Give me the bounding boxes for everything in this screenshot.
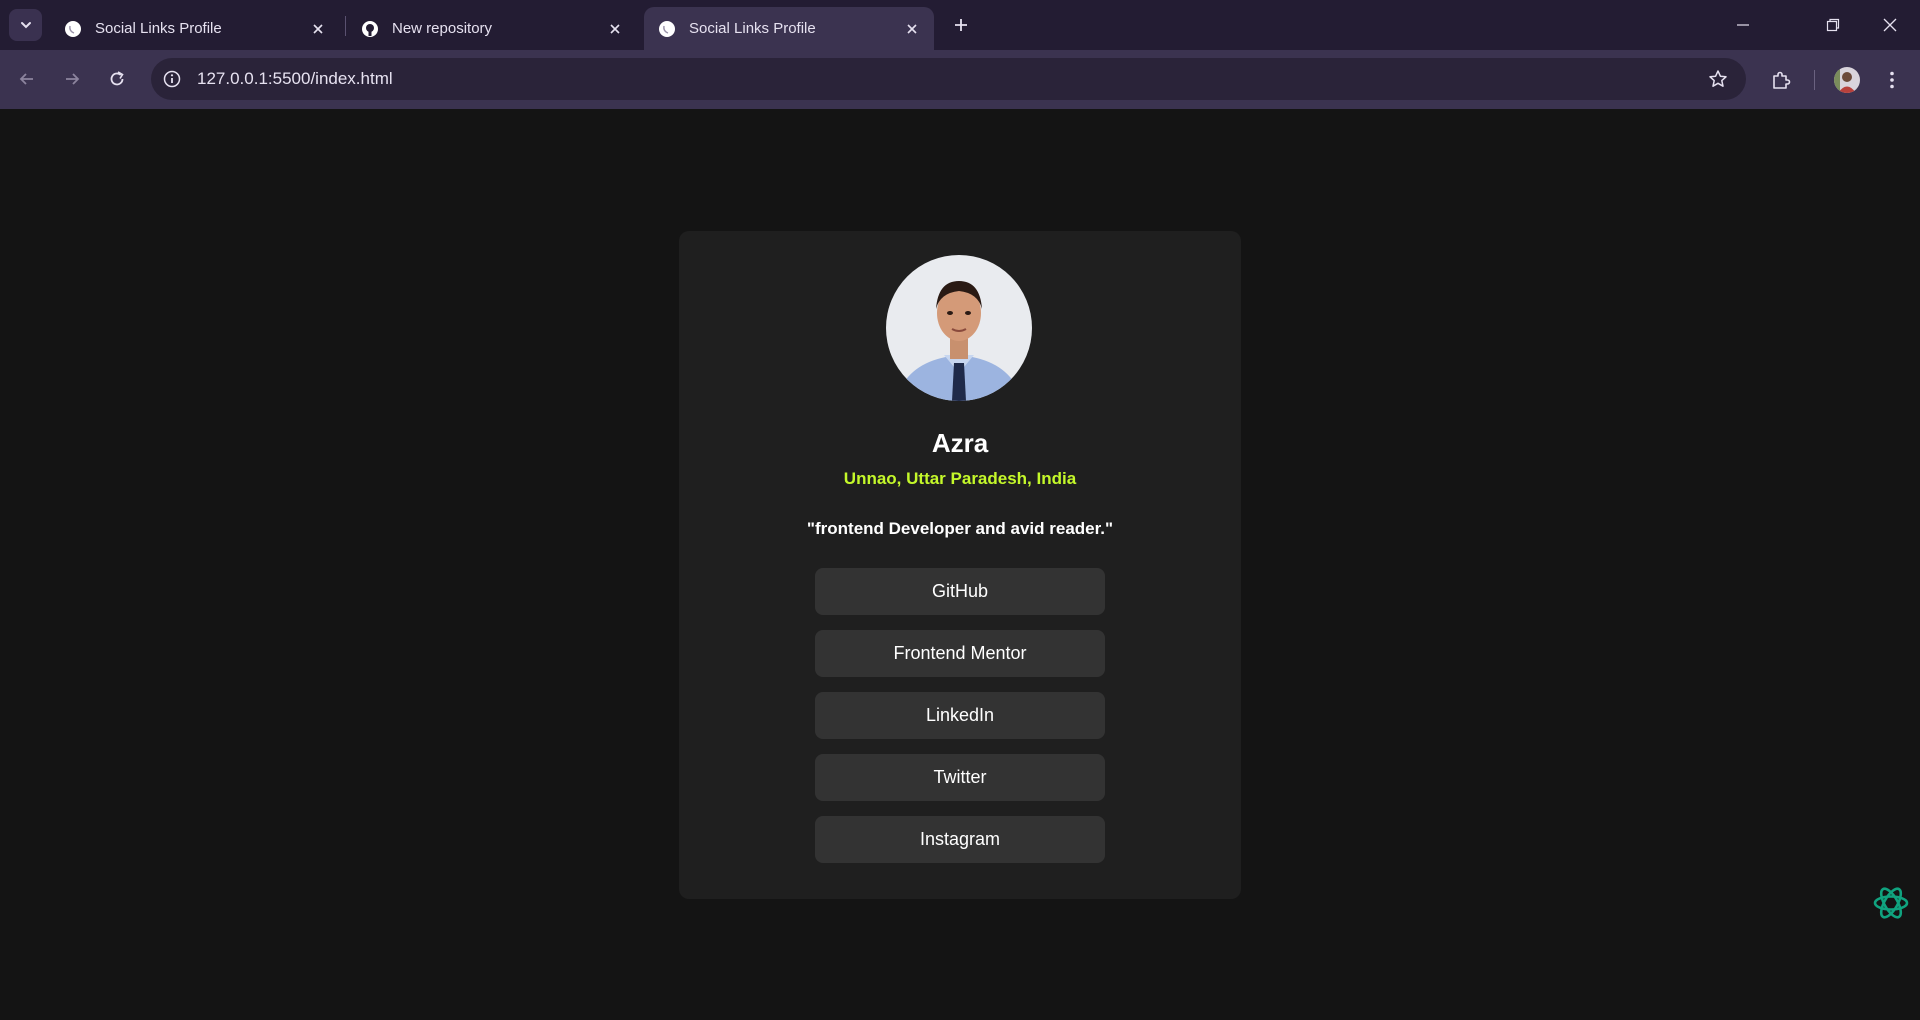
extensions-button[interactable] [1766,65,1796,95]
close-tab-icon[interactable] [308,19,328,39]
profile-button[interactable] [1832,65,1862,95]
forward-button[interactable] [58,65,86,93]
close-tab-icon[interactable] [605,19,625,39]
restore-icon [1826,18,1840,32]
restore-button[interactable] [1818,10,1848,40]
tab-title: New repository [392,20,493,37]
linkedin-link-button[interactable]: LinkedIn [815,692,1105,739]
address-bar[interactable]: 127.0.0.1:5500/index.html [151,58,1746,100]
tab-social-links-profile-1[interactable]: Social Links Profile [50,7,340,50]
reload-button[interactable] [103,65,131,93]
browser-toolbar: 127.0.0.1:5500/index.html [0,50,1920,109]
globe-icon [64,20,82,38]
browser-menu-button[interactable] [1877,65,1907,95]
reload-icon [110,71,124,86]
openai-logo-icon [1873,887,1909,919]
tab-separator [345,16,346,36]
tab-social-links-profile-active[interactable]: Social Links Profile [644,7,934,50]
profile-bio: "frontend Developer and avid reader." [806,519,1114,538]
ai-assistant-button[interactable] [1868,880,1914,926]
plus-icon [955,19,967,31]
arrow-right-icon [66,73,80,85]
profile-photo [886,255,1032,401]
instagram-link-button[interactable]: Instagram [815,816,1105,863]
twitter-link-button[interactable]: Twitter [815,754,1105,801]
bookmark-star-icon[interactable] [1706,67,1730,91]
chevron-down-icon [20,22,31,29]
profile-name: Azra [931,428,989,458]
globe-icon [658,20,676,38]
minimize-icon [1737,24,1749,26]
close-window-button[interactable] [1875,10,1905,40]
close-tab-icon[interactable] [902,19,922,39]
arrow-left-icon [19,73,33,85]
frontend-mentor-link-button[interactable]: Frontend Mentor [815,630,1105,677]
minimize-button[interactable] [1728,10,1758,40]
puzzle-icon [1773,71,1791,89]
profile-avatar [1834,67,1860,93]
profile-card: Azra Unnao, Uttar Paradesh, India "front… [679,231,1241,899]
profile-location: Unnao, Uttar Paradesh, India [843,469,1077,488]
close-icon [1883,18,1897,32]
more-vertical-icon [1890,71,1894,89]
toolbar-divider [1814,70,1815,90]
tab-search-button[interactable] [9,9,42,41]
url-text: 127.0.0.1:5500/index.html [197,69,393,88]
new-tab-button[interactable] [948,12,974,38]
tab-title: Social Links Profile [689,20,816,37]
site-info-icon[interactable] [159,66,185,92]
github-icon [361,20,379,38]
tab-new-repository[interactable]: New repository [347,7,637,50]
back-button[interactable] [13,65,41,93]
github-link-button[interactable]: GitHub [815,568,1105,615]
browser-tab-strip: Social Links Profile New repository Soci… [0,0,1920,50]
tab-title: Social Links Profile [95,20,222,37]
social-links-list: GitHub Frontend Mentor LinkedIn Twitter … [815,568,1105,878]
